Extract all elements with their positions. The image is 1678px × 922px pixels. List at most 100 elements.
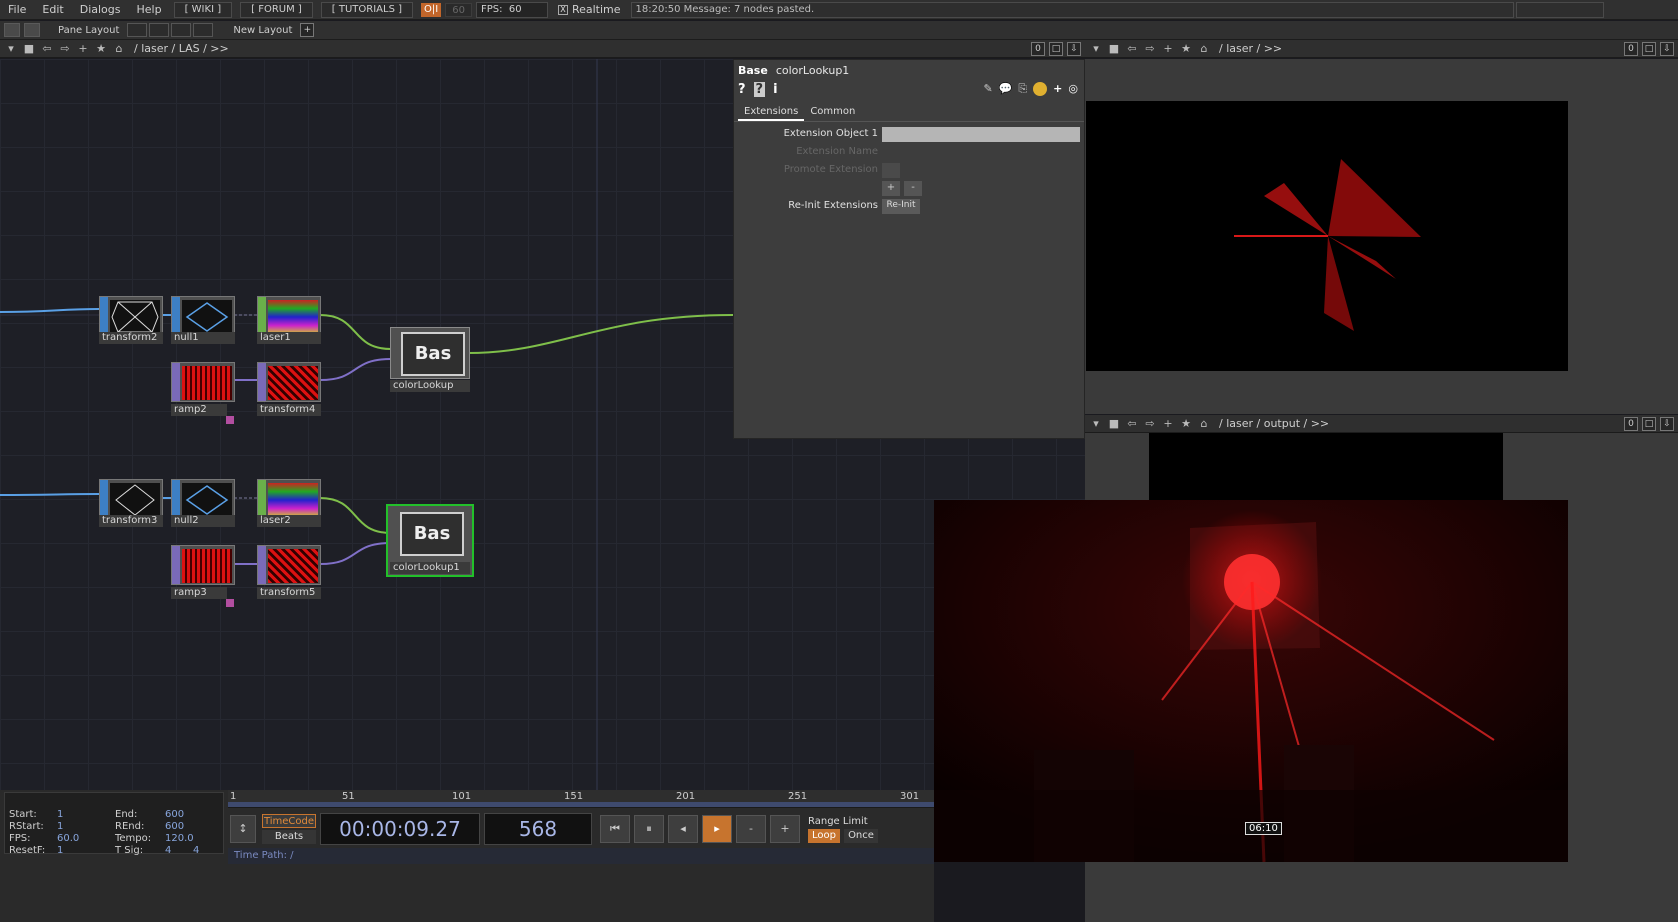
layout-icon[interactable] xyxy=(4,23,20,37)
layout-icon-2[interactable] xyxy=(24,23,40,37)
star-icon[interactable]: ★ xyxy=(1179,417,1193,431)
clone-icon[interactable]: ⎘ xyxy=(1018,82,1027,96)
rstart-value[interactable]: 1 xyxy=(57,821,63,832)
timecode-display[interactable]: 00:00:09.27 xyxy=(320,813,480,845)
once-button[interactable]: Once xyxy=(844,828,878,843)
tsig-numerator[interactable]: 4 xyxy=(165,845,171,856)
layout-slot-4[interactable] xyxy=(193,23,214,37)
step-back-button[interactable]: ◂ xyxy=(668,815,698,843)
pause-button[interactable]: ⏸ xyxy=(634,815,664,843)
time-path[interactable]: Time Path: / xyxy=(228,848,934,864)
viewer-laser[interactable] xyxy=(1085,59,1678,414)
back-icon[interactable]: ⇦ xyxy=(1125,42,1139,56)
menu-edit[interactable]: Edit xyxy=(34,0,71,20)
back-icon[interactable]: ⇦ xyxy=(40,42,54,56)
maximize-icon[interactable]: □ xyxy=(1049,42,1063,56)
menu-file[interactable]: File xyxy=(0,0,34,20)
menu-dialogs[interactable]: Dialogs xyxy=(72,0,129,20)
forward-icon[interactable]: ⇨ xyxy=(1143,42,1157,56)
home-icon[interactable]: ⌂ xyxy=(112,42,126,56)
frame-display[interactable]: 568 xyxy=(484,813,592,845)
realtime-checkbox[interactable]: X xyxy=(557,4,568,15)
timecode-button[interactable]: TimeCode xyxy=(262,814,316,828)
target-icon[interactable]: ◎ xyxy=(1068,82,1078,96)
ramp2-node[interactable] xyxy=(171,362,235,402)
back-icon[interactable]: ⇦ xyxy=(1125,417,1139,431)
stop-icon[interactable]: ■ xyxy=(22,42,36,56)
network-path[interactable]: / laser / LAS / >> xyxy=(134,42,229,55)
maximize-icon[interactable]: □ xyxy=(1642,417,1656,431)
layout-slot-3[interactable] xyxy=(171,23,192,37)
wiki-button[interactable]: [ WIKI ] xyxy=(173,1,233,18)
loop-button[interactable]: Loop xyxy=(808,828,840,843)
fps-value[interactable]: 60.0 xyxy=(57,833,79,844)
home-icon[interactable]: ⌂ xyxy=(1197,42,1211,56)
layout-slot-2[interactable] xyxy=(149,23,170,37)
ext-object-field[interactable] xyxy=(882,127,1080,142)
menu-help[interactable]: Help xyxy=(129,0,170,20)
pin-icon[interactable]: ⇩ xyxy=(1067,42,1081,56)
tutorials-button[interactable]: [ TUTORIALS ] xyxy=(320,1,414,18)
star-icon[interactable]: ★ xyxy=(1179,42,1193,56)
add-icon[interactable]: + xyxy=(1161,42,1175,56)
tsig-denominator[interactable]: 4 xyxy=(193,845,199,856)
timeline-options-icon[interactable]: ↕ xyxy=(230,815,256,843)
play-button[interactable]: ▸ xyxy=(702,815,732,843)
beats-button[interactable]: Beats xyxy=(262,830,316,844)
tab-extensions[interactable]: Extensions xyxy=(738,103,805,121)
tempo-value[interactable]: 120.0 xyxy=(165,833,194,844)
step-minus-button[interactable]: - xyxy=(736,815,766,843)
end-value[interactable]: 600 xyxy=(165,809,184,820)
forum-button[interactable]: [ FORUM ] xyxy=(240,1,313,18)
start-value[interactable]: 1 xyxy=(57,809,63,820)
pane-menu-icon[interactable]: ▾ xyxy=(1089,42,1103,56)
pane-menu-icon[interactable]: ▾ xyxy=(1089,417,1103,431)
viewer1-path[interactable]: / laser / >> xyxy=(1219,42,1282,55)
promote-toggle[interactable] xyxy=(882,163,900,178)
edit-icon[interactable]: ✎ xyxy=(983,82,992,96)
null2-node[interactable] xyxy=(171,479,235,519)
playback-range-bar[interactable] xyxy=(228,802,934,807)
maximize-icon[interactable]: □ xyxy=(1642,42,1656,56)
op-name[interactable]: colorLookup1 xyxy=(776,64,849,77)
remove-extension-button[interactable]: - xyxy=(904,181,922,196)
add-param-icon[interactable]: + xyxy=(1053,82,1062,96)
step-plus-button[interactable]: + xyxy=(770,815,800,843)
help-icon[interactable]: ? xyxy=(738,82,746,97)
layout-slot-1[interactable] xyxy=(127,23,148,37)
rend-value[interactable]: 600 xyxy=(165,821,184,832)
stop-icon[interactable]: ■ xyxy=(1107,42,1121,56)
pin-icon[interactable]: ⇩ xyxy=(1660,417,1674,431)
new-layout-add-button[interactable]: + xyxy=(300,23,315,37)
viewer2-path[interactable]: / laser / output / >> xyxy=(1219,417,1329,430)
info-icon[interactable]: i xyxy=(773,82,777,97)
forward-icon[interactable]: ⇨ xyxy=(1143,417,1157,431)
laser2-node[interactable] xyxy=(257,479,321,519)
transform5-node[interactable] xyxy=(257,545,321,585)
colorLookup-node[interactable]: Bas xyxy=(390,327,470,379)
null1-node[interactable] xyxy=(171,296,235,336)
reinit-button[interactable]: Re-Init xyxy=(882,199,920,214)
python-icon[interactable] xyxy=(1033,82,1048,96)
colorLookup1-node[interactable]: Bas colorLookup1 xyxy=(386,504,474,577)
stop-icon[interactable]: ■ xyxy=(1107,417,1121,431)
laser1-node[interactable] xyxy=(257,296,321,336)
add-icon[interactable]: + xyxy=(1161,417,1175,431)
star-icon[interactable]: ★ xyxy=(94,42,108,56)
power-toggle[interactable]: O|I xyxy=(421,2,442,17)
pin-icon[interactable]: ⇩ xyxy=(1660,42,1674,56)
pane-menu-icon[interactable]: ▾ xyxy=(4,42,18,56)
transform3-node[interactable] xyxy=(99,479,163,519)
comment-icon[interactable]: 💬 xyxy=(999,82,1013,96)
resetf-value[interactable]: 1 xyxy=(57,845,63,856)
add-icon[interactable]: + xyxy=(76,42,90,56)
timeline-ruler[interactable]: 1 51 101 151 201 251 301 xyxy=(228,790,934,808)
tab-common[interactable]: Common xyxy=(804,103,861,121)
transform2-node[interactable] xyxy=(99,296,163,336)
forward-icon[interactable]: ⇨ xyxy=(58,42,72,56)
home-icon[interactable]: ⌂ xyxy=(1197,417,1211,431)
add-extension-button[interactable]: + xyxy=(882,181,900,196)
rewind-button[interactable]: ⏮ xyxy=(600,815,630,843)
python-help-icon[interactable]: ? xyxy=(753,81,766,97)
ramp3-node[interactable] xyxy=(171,545,235,585)
